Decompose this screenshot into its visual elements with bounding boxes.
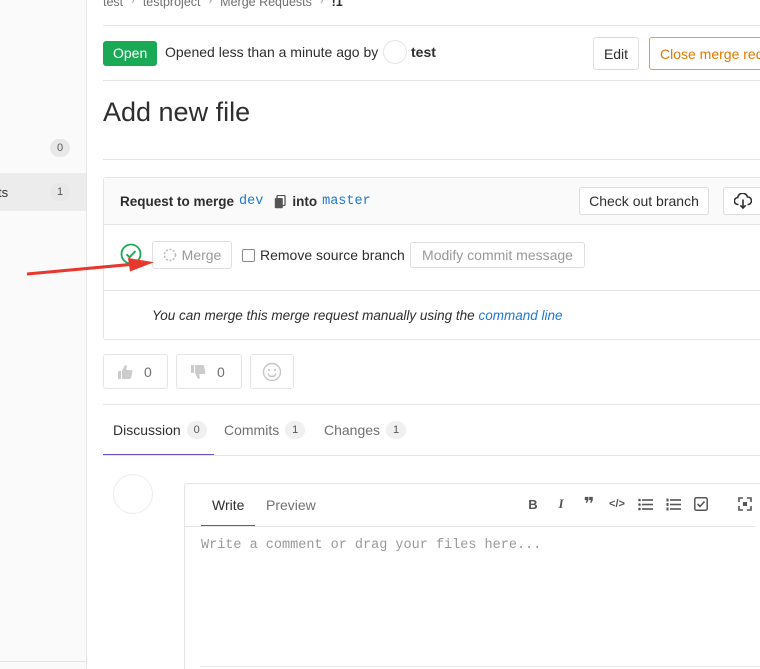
- numbered-list-icon[interactable]: [665, 496, 681, 512]
- tab-commits[interactable]: Commits 1: [224, 405, 306, 455]
- add-reaction-button[interactable]: [250, 354, 294, 389]
- tab-count: 1: [285, 421, 306, 439]
- chevron-right-icon: ›: [208, 0, 213, 7]
- target-branch[interactable]: master: [322, 194, 371, 209]
- copy-icon[interactable]: [274, 194, 286, 209]
- comment-form: Write Preview B I ❞ </> Write a comment …: [184, 483, 760, 669]
- fullscreen-icon[interactable]: [737, 496, 753, 512]
- opened-text: Opened less than a minute ago by: [165, 44, 379, 60]
- into-text: into: [292, 194, 318, 209]
- breadcrumb-item[interactable]: test: [103, 0, 123, 9]
- checkout-branch-button[interactable]: Check out branch: [579, 187, 709, 215]
- quote-icon[interactable]: ❞: [581, 494, 597, 514]
- tab-label: Changes: [324, 422, 381, 438]
- chevron-right-icon: ›: [319, 0, 324, 7]
- task-list-icon[interactable]: [693, 496, 709, 512]
- sidebar-item-count: 0: [50, 139, 70, 157]
- breadcrumb-item[interactable]: testproject: [143, 0, 201, 9]
- thumbsdown-button[interactable]: 0: [176, 354, 242, 389]
- tab-label: Commits: [224, 422, 280, 438]
- divider: [200, 666, 760, 667]
- breadcrumb-item[interactable]: Merge Requests: [220, 0, 312, 9]
- divider: [103, 455, 760, 456]
- divider: [103, 80, 760, 81]
- tab-count: 1: [386, 421, 407, 439]
- tab-preview[interactable]: Preview: [266, 484, 316, 526]
- tab-count: 0: [186, 420, 207, 439]
- comment-textarea[interactable]: Write a comment or drag your files here.…: [201, 538, 541, 553]
- cloud-download-icon: [734, 193, 752, 209]
- status-badge: Open: [103, 41, 158, 66]
- merge-widget-header: Request to merge dev into master Check o…: [104, 178, 760, 225]
- author-link[interactable]: test: [411, 44, 436, 60]
- request-prefix: Request to merge: [120, 194, 235, 209]
- thumbsdown-icon: [191, 364, 206, 379]
- bullet-list-icon[interactable]: [637, 496, 653, 512]
- thumbsup-icon: [118, 364, 133, 379]
- code-icon[interactable]: </>: [609, 496, 625, 512]
- remove-source-branch-label: Remove source branch: [260, 247, 405, 263]
- merge-button-label: Merge: [181, 247, 222, 263]
- tab-changes[interactable]: Changes 1: [324, 405, 407, 455]
- divider: [103, 25, 760, 26]
- chevron-right-icon: ›: [131, 0, 135, 7]
- merge-request-info: Request to merge dev into master: [120, 194, 376, 209]
- page: 0 ts 1 test › testproject › Merge Reques…: [0, 0, 760, 669]
- command-line-link[interactable]: command line: [478, 308, 562, 323]
- sidebar: 0 ts 1: [0, 0, 87, 669]
- sidebar-item-issues[interactable]: 0: [0, 129, 86, 167]
- spinner-icon: [163, 248, 176, 262]
- manual-merge-text: You can merge this merge request manuall…: [152, 308, 475, 323]
- sidebar-item-merge-requests[interactable]: ts 1: [0, 173, 86, 211]
- remove-source-branch[interactable]: Remove source branch: [242, 247, 405, 263]
- annotation-arrow-icon: [26, 258, 154, 276]
- bold-icon[interactable]: B: [525, 496, 541, 512]
- avatar[interactable]: [383, 40, 407, 64]
- remove-source-branch-checkbox[interactable]: [242, 248, 255, 262]
- sidebar-collapse-bar[interactable]: [0, 661, 86, 669]
- italic-icon[interactable]: I: [553, 496, 569, 512]
- thumbsup-count: 0: [144, 363, 152, 380]
- divider: [185, 526, 755, 527]
- sidebar-item-label: ts: [0, 184, 9, 200]
- tab-discussion[interactable]: Discussion 0: [103, 405, 214, 456]
- source-branch[interactable]: dev: [239, 194, 263, 209]
- thumbsup-button[interactable]: 0: [103, 354, 168, 389]
- divider: [103, 159, 760, 160]
- download-button[interactable]: [723, 187, 760, 215]
- merge-button[interactable]: Merge: [152, 241, 232, 269]
- manual-merge-hint: You can merge this merge request manuall…: [152, 308, 563, 323]
- divider: [104, 290, 760, 291]
- thumbsdown-count: 0: [217, 363, 225, 380]
- breadcrumb-item[interactable]: !1: [332, 0, 343, 9]
- breadcrumb: test › testproject › Merge Requests › !1: [103, 0, 343, 9]
- page-title: Add new file: [103, 97, 251, 127]
- tab-label: Discussion: [113, 421, 181, 438]
- merge-widget: Request to merge dev into master Check o…: [103, 177, 760, 340]
- modify-commit-message-button[interactable]: Modify commit message: [410, 242, 585, 268]
- smiley-icon: [262, 362, 282, 381]
- sidebar-item-count: 1: [50, 183, 70, 201]
- close-merge-request-button[interactable]: Close merge request: [649, 37, 760, 70]
- avatar: [113, 474, 153, 514]
- tab-write[interactable]: Write: [201, 484, 256, 527]
- edit-button[interactable]: Edit: [593, 37, 639, 70]
